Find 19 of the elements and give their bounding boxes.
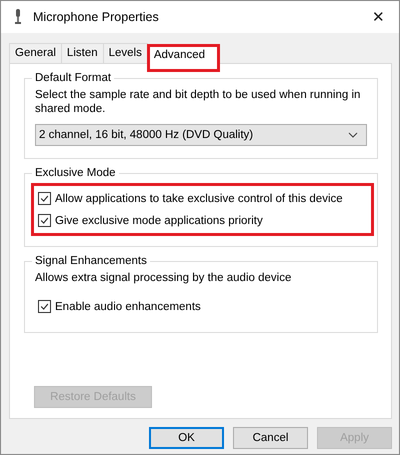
group-title: Default Format: [34, 72, 112, 84]
close-button[interactable]: ✕: [368, 8, 389, 26]
checkbox[interactable]: [38, 192, 51, 205]
group-title: Signal Enhancements: [34, 255, 148, 267]
description-text: Allows extra signal processing by the audio device: [35, 271, 292, 285]
chevron-down-icon: [348, 132, 358, 138]
checkbox-label[interactable]: Enable audio enhancements: [55, 300, 201, 312]
checkbox[interactable]: [38, 214, 51, 227]
description-text: Select the sample rate and bit depth to be used when running in shared mode.: [35, 88, 362, 116]
format-dropdown[interactable]: 2 channel, 16 bit, 48000 Hz (DVD Quality): [35, 124, 367, 146]
checkbox-label[interactable]: Allow applications to take exclusive control of this device: [55, 192, 343, 204]
dialog-button[interactable]: OK: [149, 427, 224, 449]
microphone-icon: [13, 9, 23, 25]
group-title: Exclusive Mode: [34, 167, 117, 179]
checkbox-label[interactable]: Give exclusive mode applications priority: [55, 214, 263, 226]
checkbox[interactable]: [38, 300, 51, 313]
window-title: Microphone Properties: [33, 10, 160, 24]
tab[interactable]: General: [9, 43, 62, 63]
dialog-button[interactable]: Cancel: [233, 427, 308, 449]
